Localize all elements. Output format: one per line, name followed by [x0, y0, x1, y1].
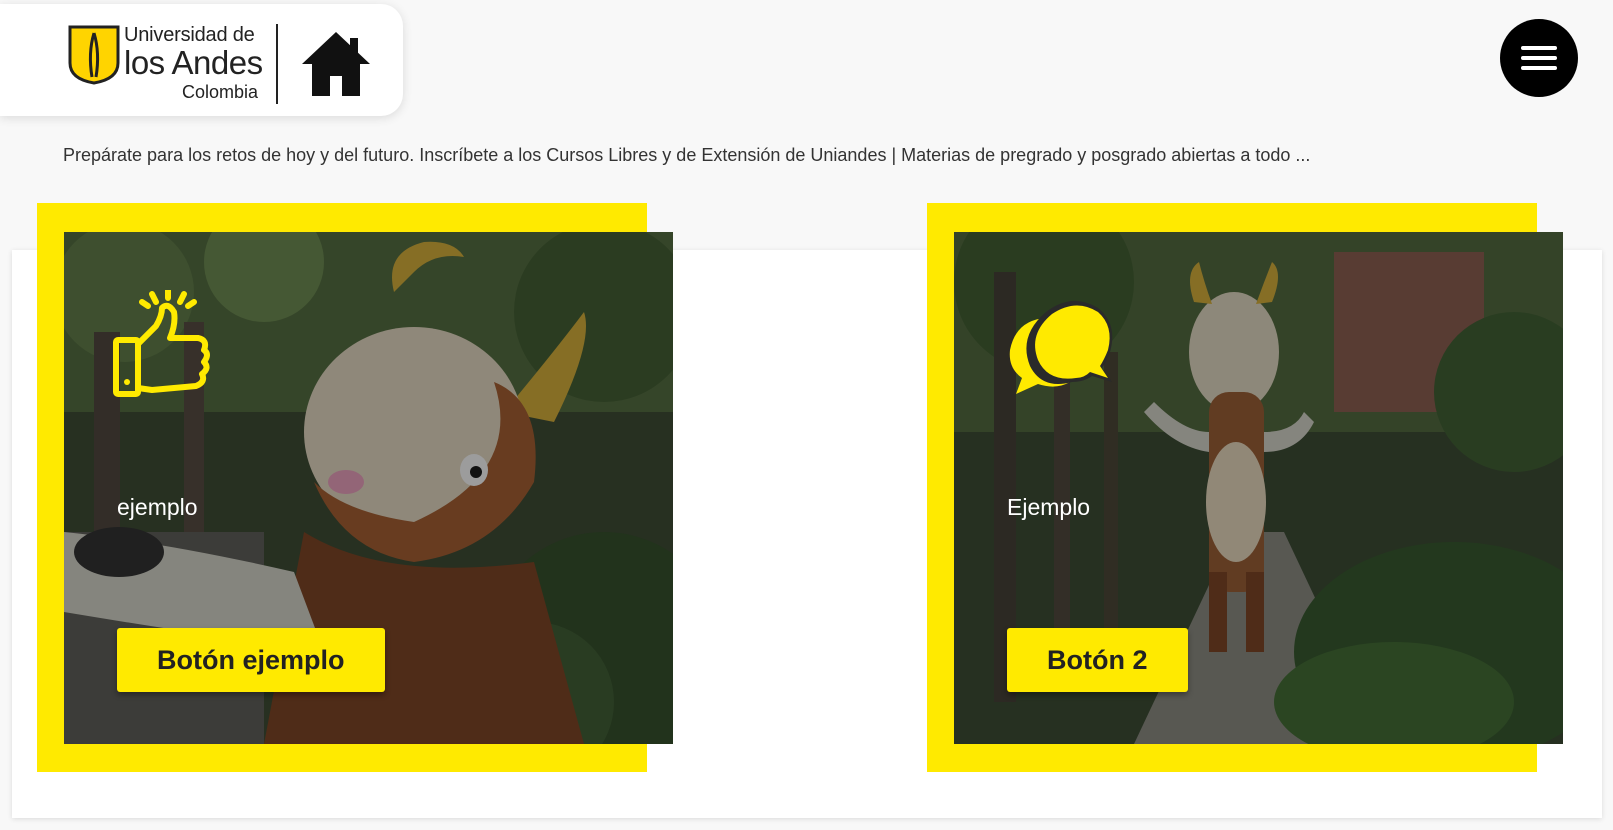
- hamburger-line-1: [1521, 46, 1557, 50]
- thumbs-up-icon: [113, 290, 210, 397]
- card-2: Ejemplo Botón 2: [954, 232, 1563, 744]
- card-1: ejemplo Botón ejemplo: [64, 232, 673, 744]
- card-2-text: Ejemplo: [1007, 494, 1091, 520]
- hamburger-line-3: [1521, 66, 1557, 70]
- hamburger-line-2: [1521, 56, 1557, 60]
- logo-line-2: los Andes: [124, 44, 263, 81]
- card-2-button[interactable]: Botón 2: [1007, 628, 1188, 692]
- menu-button[interactable]: [1500, 19, 1578, 97]
- home-icon: [302, 32, 370, 96]
- chat-bubbles-icon: [1009, 300, 1113, 394]
- shield-logo-icon: [68, 25, 120, 85]
- card-1-button[interactable]: Botón ejemplo: [117, 628, 385, 692]
- university-logo-box: Universidad de los Andes Colombia: [0, 4, 403, 116]
- page-tagline: Prepárate para los retos de hoy y del fu…: [63, 145, 1311, 165]
- logo-line-3: Colombia: [182, 82, 259, 102]
- home-button[interactable]: [300, 30, 372, 98]
- card-1-text: ejemplo: [117, 494, 198, 520]
- logo-divider: [276, 24, 278, 104]
